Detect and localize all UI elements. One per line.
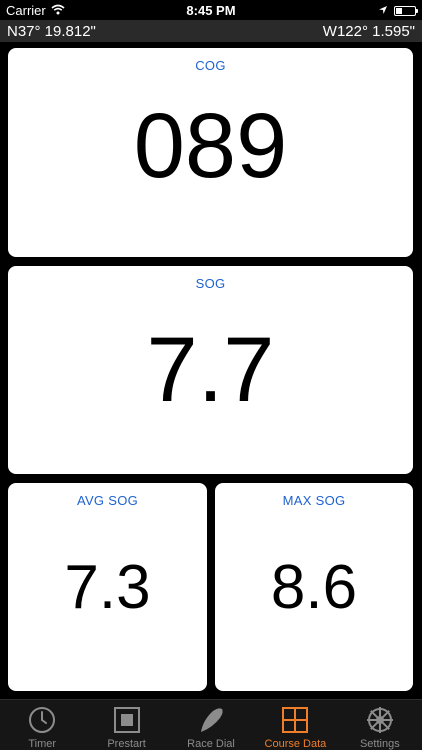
- coordinates-bar: N37° 19.812" W122° 1.595": [0, 20, 422, 42]
- max-sog-value: 8.6: [270, 553, 358, 622]
- tab-race-dial[interactable]: Race Dial: [169, 700, 253, 750]
- cog-value: 089: [133, 95, 288, 197]
- cog-label: COG: [195, 58, 226, 73]
- tab-bar: Timer Prestart Race Dial Course Data Set…: [0, 699, 422, 750]
- tab-prestart-label: Prestart: [107, 738, 146, 750]
- cog-card[interactable]: COG 089: [8, 48, 413, 257]
- tab-course-data[interactable]: Course Data: [253, 700, 337, 750]
- max-sog-card[interactable]: MAX SOG 8.6: [215, 483, 413, 691]
- max-sog-label: MAX SOG: [282, 493, 346, 508]
- sog-value: 7.7: [146, 319, 275, 421]
- race-dial-icon: [196, 705, 226, 735]
- avg-sog-label: AVG SOG: [76, 493, 139, 508]
- ship-wheel-icon: [365, 705, 395, 735]
- sog-card[interactable]: SOG 7.7: [8, 266, 413, 474]
- tab-settings-label: Settings: [359, 738, 400, 750]
- tab-settings[interactable]: Settings: [338, 700, 422, 750]
- avg-sog-value: 7.3: [64, 553, 151, 622]
- tab-course-data-label: Course Data: [264, 738, 327, 750]
- status-time: 8:45 PM: [186, 3, 236, 18]
- longitude-readout: W122° 1.595": [322, 23, 415, 40]
- status-bar: Carrier 8:45 PM: [0, 0, 422, 20]
- tab-prestart[interactable]: Prestart: [84, 700, 168, 750]
- status-right-group: [378, 3, 418, 18]
- tab-timer[interactable]: Timer: [0, 700, 84, 750]
- tab-timer-label: Timer: [28, 738, 57, 750]
- location-arrow-icon: [378, 3, 388, 18]
- battery-level-fill: [396, 7, 402, 14]
- clock-icon: [27, 705, 57, 735]
- battery-icon: [394, 5, 418, 16]
- sog-label: SOG: [195, 276, 226, 291]
- latitude-readout: N37° 19.812": [7, 23, 96, 40]
- tab-race-dial-label: Race Dial: [187, 738, 235, 750]
- avg-sog-card[interactable]: AVG SOG 7.3: [8, 483, 207, 691]
- grid-icon: [280, 705, 310, 735]
- square-stop-icon: [112, 705, 142, 735]
